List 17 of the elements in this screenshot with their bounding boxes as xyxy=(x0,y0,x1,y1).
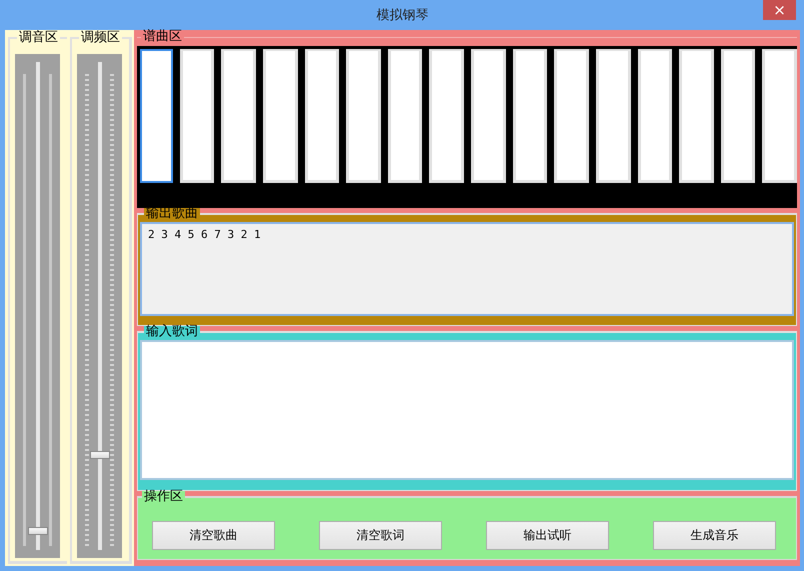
action-button[interactable]: 清空歌词 xyxy=(319,521,442,550)
group-title: 调音区 xyxy=(17,32,60,44)
action-button[interactable]: 输出试听 xyxy=(486,521,609,550)
window-title: 模拟钢琴 xyxy=(376,7,428,24)
slider-thumb[interactable] xyxy=(28,526,48,535)
lyrics-input-field[interactable] xyxy=(140,340,794,480)
vertical-slider[interactable] xyxy=(77,54,122,558)
group-title: 操作区 xyxy=(142,491,185,503)
action-button[interactable]: 生成音乐 xyxy=(653,521,776,550)
group-title: 调频区 xyxy=(79,32,122,44)
group-title: 谱曲区 xyxy=(141,31,184,43)
action-button[interactable]: 清空歌曲 xyxy=(152,521,275,550)
vertical-slider[interactable] xyxy=(15,54,60,558)
song-output-field[interactable]: 2 3 4 5 6 7 3 2 1 xyxy=(140,222,794,316)
slider-thumb[interactable] xyxy=(90,450,110,459)
group-title: 输入歌词 xyxy=(144,326,200,338)
close-button[interactable]: × xyxy=(763,0,796,20)
